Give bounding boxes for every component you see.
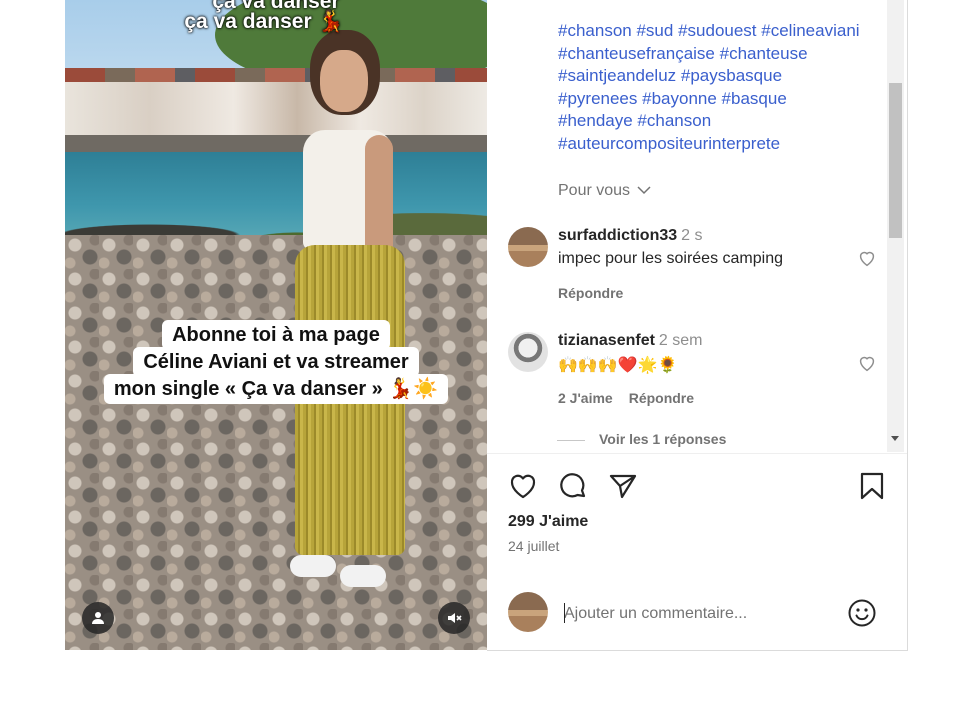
speaker-muted-icon xyxy=(448,613,462,623)
bookmark-icon[interactable] xyxy=(856,470,888,502)
comment-username[interactable]: surfaddiction33 xyxy=(558,227,677,244)
tagged-users-button[interactable] xyxy=(82,602,114,634)
hashtag-link[interactable]: #auteurcompositeurinterprete xyxy=(558,134,780,153)
hashtag-link[interactable]: #hendaye xyxy=(558,111,633,130)
comment-item: surfaddiction33 2 s impec pour les soirée… xyxy=(508,227,878,307)
comment-text: 🙌🙌🙌❤️🌟🌻 xyxy=(558,357,678,374)
hashtag-link[interactable]: #sud xyxy=(636,21,673,40)
hashtag-link[interactable]: #pyrenees xyxy=(558,89,637,108)
video-caption-line: mon single « Ça va danser » 💃☀️ xyxy=(103,374,449,404)
post-hashtags: #chanson #sud #sudouest #celineaviani #c… xyxy=(558,20,878,155)
hashtag-link[interactable]: #bayonne xyxy=(642,89,717,108)
video-caption-line: Céline Aviani et va streamer xyxy=(133,347,419,377)
hashtag-link[interactable]: #sudouest xyxy=(678,21,756,40)
comment-item: tizianasenfet 2 sem 🙌🙌🙌❤️🌟🌻 2 J'aime Répon… xyxy=(508,332,878,412)
comment-like-heart-icon[interactable] xyxy=(856,352,878,374)
hashtag-link[interactable]: #chanteuse xyxy=(720,44,808,63)
video-caption: Céline Aviani et va streamer xyxy=(65,347,487,377)
scroll-down-arrow-icon[interactable] xyxy=(891,436,899,441)
video-caption: Abonne toi à ma page xyxy=(65,320,487,350)
comment-text: impec pour les soirées camping xyxy=(558,250,783,267)
chevron-down-icon xyxy=(636,186,651,195)
hashtag-link[interactable]: #saintjeandeluz xyxy=(558,66,676,85)
heart-icon[interactable] xyxy=(507,470,539,502)
more-for-you-label: Pour vous xyxy=(558,182,631,199)
comment-time[interactable]: 2 s xyxy=(681,227,702,244)
comment-bubble-icon[interactable] xyxy=(557,470,589,502)
more-for-you-toggle[interactable]: Pour vous xyxy=(558,182,651,200)
pebble-beach xyxy=(65,235,487,650)
avatar[interactable] xyxy=(508,227,548,267)
post-video[interactable]: ça va danser ça va danser 💃 Abonne toi à… xyxy=(65,0,487,650)
scrollbar-thumb[interactable] xyxy=(889,83,902,238)
likes-count[interactable]: 299 J'aime xyxy=(508,513,588,531)
hashtag-link[interactable]: #chanteusefrançaise xyxy=(558,44,715,63)
person-shoe xyxy=(340,565,386,587)
emoji-icon[interactable] xyxy=(847,598,877,628)
view-replies-button[interactable]: Voir les 1 réponses xyxy=(557,431,726,447)
comment-actions: 2 J'aime Répondre xyxy=(558,390,710,406)
reply-button[interactable]: Répondre xyxy=(558,285,623,301)
avatar[interactable] xyxy=(508,332,548,372)
person-shoe xyxy=(290,555,336,577)
actions-divider xyxy=(487,453,907,454)
view-replies-label: Voir les 1 réponses xyxy=(599,431,727,447)
hashtag-link[interactable]: #paysbasque xyxy=(681,66,782,85)
town-roofs xyxy=(65,68,487,82)
mute-button[interactable] xyxy=(438,602,470,634)
comment-actions: Répondre xyxy=(558,285,639,301)
video-caption-line: Abonne toi à ma page xyxy=(162,320,390,350)
comments-scrollbar[interactable] xyxy=(887,0,904,452)
hashtag-link[interactable]: #chanson xyxy=(637,111,711,130)
text-cursor xyxy=(564,603,565,623)
replies-divider xyxy=(557,439,585,441)
user-icon xyxy=(92,612,104,624)
hashtag-link[interactable]: #chanson xyxy=(558,21,632,40)
comment-header: surfaddiction33 2 s xyxy=(558,227,702,245)
post-date[interactable]: 24 juillet xyxy=(508,538,559,554)
avatar xyxy=(508,592,548,632)
comment-likes-count[interactable]: 2 J'aime xyxy=(558,390,613,406)
video-overlay-text: ça va danser 💃 xyxy=(184,10,344,33)
hashtag-link[interactable]: #celineaviani xyxy=(761,21,859,40)
comment-time[interactable]: 2 sem xyxy=(659,332,703,349)
comment-header: tizianasenfet 2 sem xyxy=(558,332,703,350)
comment-like-heart-icon[interactable] xyxy=(856,247,878,269)
person-face xyxy=(320,50,368,112)
comment-username[interactable]: tizianasenfet xyxy=(558,332,655,349)
paper-plane-icon[interactable] xyxy=(607,470,639,502)
reply-button[interactable]: Répondre xyxy=(629,390,694,406)
add-comment-input[interactable] xyxy=(564,602,824,626)
harbor-wall xyxy=(65,135,487,153)
hashtag-link[interactable]: #basque xyxy=(722,89,787,108)
video-caption: mon single « Ça va danser » 💃☀️ xyxy=(65,374,487,404)
